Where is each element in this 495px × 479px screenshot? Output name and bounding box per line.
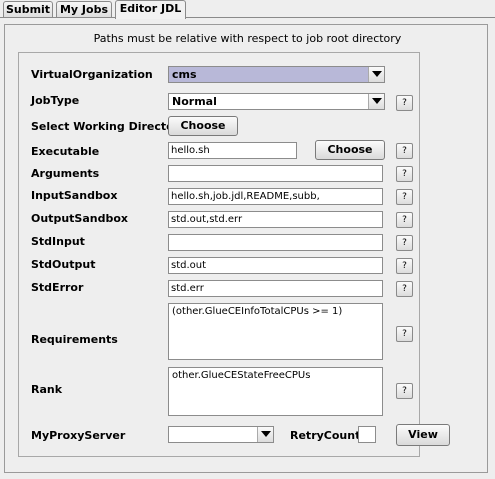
output-sandbox-label: OutputSandbox (31, 212, 128, 225)
working-directory-label: Select Working Directory (31, 120, 187, 133)
help-std-error-button[interactable]: ? (396, 281, 413, 297)
std-output-input[interactable]: std.out (168, 257, 383, 274)
std-error-label: StdError (31, 281, 84, 294)
requirements-label: Requirements (31, 333, 118, 346)
executable-label: Executable (31, 145, 100, 158)
virtual-organization-value: cms (172, 68, 197, 81)
rank-textarea[interactable]: other.GlueCEStateFreeCPUs (168, 367, 383, 416)
myproxy-server-select[interactable] (168, 426, 274, 443)
retry-count-checkbox[interactable] (358, 426, 376, 443)
tab-divider (0, 17, 495, 18)
help-rank-button[interactable]: ? (396, 383, 413, 399)
input-sandbox-input[interactable]: hello.sh,job.jdl,README,subb, (168, 188, 383, 205)
arguments-input[interactable] (168, 165, 383, 182)
tab-my-jobs[interactable]: My Jobs (56, 1, 112, 17)
choose-working-directory-button[interactable]: Choose (168, 116, 238, 136)
job-type-value: Normal (172, 95, 217, 108)
help-std-output-button[interactable]: ? (396, 258, 413, 274)
virtual-organization-label: VirtualOrganization (31, 68, 153, 81)
std-input-input[interactable] (168, 234, 383, 251)
myproxy-server-label: MyProxyServer (31, 429, 126, 442)
tab-submit[interactable]: Submit (3, 1, 53, 17)
arguments-label: Arguments (31, 167, 100, 180)
help-job-type-button[interactable]: ? (396, 95, 413, 111)
chevron-down-icon[interactable] (368, 94, 384, 109)
chevron-down-icon[interactable] (368, 67, 384, 82)
tab-bar: Submit My Jobs Editor JDL (0, 0, 495, 19)
help-std-input-button[interactable]: ? (396, 235, 413, 251)
std-output-label: StdOutput (31, 258, 96, 271)
requirements-textarea[interactable]: (other.GlueCEInfoTotalCPUs >= 1) (168, 303, 383, 360)
help-output-sandbox-button[interactable]: ? (396, 212, 413, 228)
retry-count-label: RetryCount (290, 429, 361, 442)
help-executable-button[interactable]: ? (396, 143, 413, 159)
virtual-organization-select[interactable]: cms (168, 66, 385, 83)
job-type-select[interactable]: Normal (168, 93, 385, 110)
input-sandbox-label: InputSandbox (31, 189, 118, 202)
std-error-input[interactable]: std.err (168, 280, 383, 297)
executable-input[interactable]: hello.sh (168, 142, 297, 159)
output-sandbox-input[interactable]: std.out,std.err (168, 211, 383, 228)
view-button[interactable]: View (396, 424, 450, 446)
path-notice: Paths must be relative with respect to j… (93, 32, 402, 45)
chevron-down-icon[interactable] (257, 427, 273, 442)
help-requirements-button[interactable]: ? (396, 326, 413, 342)
choose-executable-button[interactable]: Choose (315, 140, 385, 160)
job-type-label: JobType (31, 94, 80, 107)
std-input-label: StdInput (31, 235, 85, 248)
rank-label: Rank (31, 383, 63, 396)
tab-editor-jdl[interactable]: Editor JDL (115, 0, 186, 19)
help-input-sandbox-button[interactable]: ? (396, 189, 413, 205)
help-arguments-button[interactable]: ? (396, 166, 413, 182)
